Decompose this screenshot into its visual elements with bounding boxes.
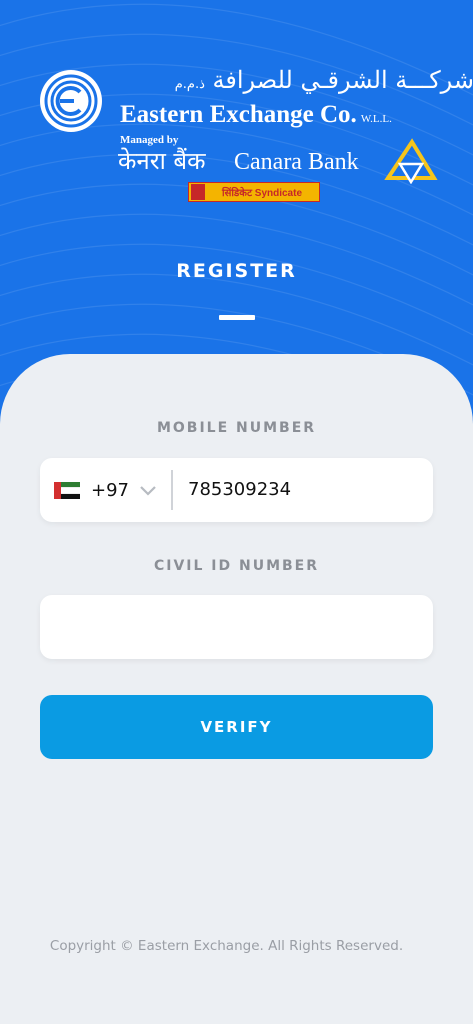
uae-flag-icon bbox=[54, 481, 80, 499]
civil-id-label: CIVIL ID NUMBER bbox=[153, 558, 320, 574]
copyright-text: Copyright © Eastern Exchange. All Rights… bbox=[49, 938, 404, 954]
syndicate-badge: सिंडिकेट Syndicate bbox=[188, 182, 320, 202]
mobile-number-field: +97 785309234 bbox=[40, 458, 433, 522]
brand-arabic-name: شركـــة الشرقـي للصرافة ذ.م.م bbox=[174, 66, 473, 94]
country-code-picker[interactable]: +97 bbox=[54, 458, 172, 522]
page-title: REGISTER bbox=[176, 260, 297, 282]
brand-english-name: Eastern Exchange Co. W.L.L. bbox=[120, 101, 392, 128]
managed-by-text: Managed by bbox=[120, 134, 179, 146]
field-divider bbox=[171, 470, 173, 510]
canara-english-name: Canara Bank bbox=[234, 149, 359, 175]
mobile-number-input[interactable]: 785309234 bbox=[188, 458, 291, 522]
chevron-down-icon bbox=[140, 486, 156, 496]
country-code: +97 bbox=[91, 479, 129, 501]
eastern-exchange-logo-icon bbox=[40, 70, 102, 132]
canara-hindi-name: केनरा बैंक bbox=[118, 147, 206, 175]
canara-bank-logo-icon bbox=[384, 138, 438, 184]
brand-logo-block: شركـــة الشرقـي للصرافة ذ.م.م Eastern Ex… bbox=[36, 62, 473, 212]
title-underline bbox=[219, 315, 255, 320]
mobile-number-label: MOBILE NUMBER bbox=[156, 420, 317, 436]
civil-id-input[interactable] bbox=[40, 595, 433, 659]
civil-id-field bbox=[40, 595, 433, 659]
syndicate-logo-icon bbox=[191, 184, 205, 200]
form-card bbox=[0, 354, 473, 1024]
verify-button[interactable]: VERIFY bbox=[40, 695, 433, 759]
